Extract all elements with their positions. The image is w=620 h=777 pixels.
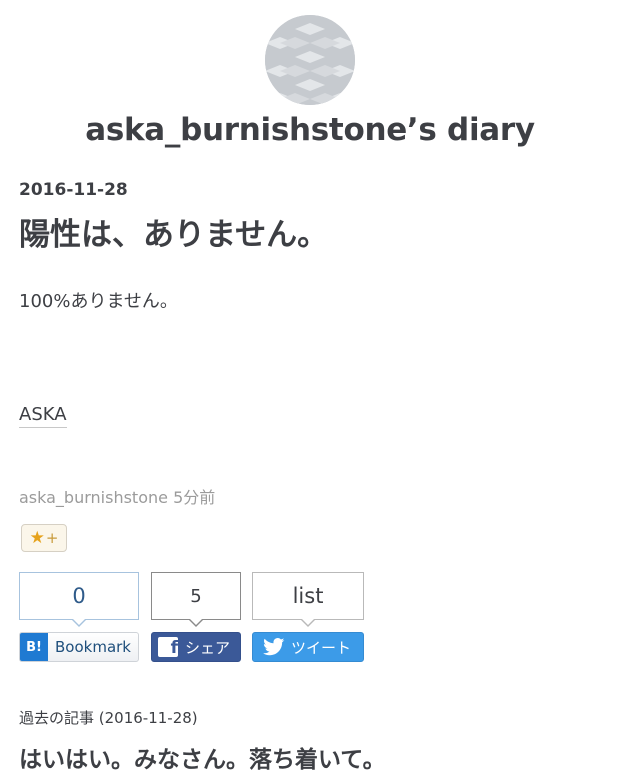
bookmark-count[interactable]: 0 [19,572,139,627]
twitter-bird-icon [263,638,285,656]
facebook-share-button[interactable]: f シェア [151,632,241,662]
avatar-pattern-icon [265,15,355,105]
author-name[interactable]: aska_burnishstone [19,488,168,507]
post-time[interactable]: 5分前 [173,488,215,507]
facebook-icon: f [158,637,178,657]
facebook-share-label: シェア [185,638,231,657]
facebook-count-value: 5 [190,585,202,607]
blog-avatar[interactable] [265,15,355,105]
entry-body: 100%ありません。 [19,291,178,312]
tweet-label: ツイート [291,638,352,657]
blog-header: aska_burnishstone’s diary [0,0,620,160]
previous-entry-meta: 過去の記事 (2016-11-28) [19,709,198,727]
bookmark-label: Bookmark [55,638,131,656]
blog-title[interactable]: aska_burnishstone’s diary [0,112,620,148]
star-plus: + [45,529,59,547]
hatena-bookmark-icon: B! [20,633,48,661]
author-line: aska_burnishstone 5分前 [19,484,215,508]
entry-title[interactable]: 陽性は、ありません。 [19,209,328,254]
star-icon: ★ [29,528,45,548]
facebook-count[interactable]: 5 [151,572,241,627]
bookmark-count-value: 0 [72,584,86,608]
category-link[interactable]: ASKA [19,404,67,428]
previous-entry-title[interactable]: はいはい。みなさん。落ち着いて。 [19,740,386,774]
twitter-count-value: list [292,584,324,608]
hatena-bookmark-button[interactable]: B! Bookmark [19,632,139,662]
add-star-button[interactable]: ★ + [21,524,67,552]
twitter-tweet-button[interactable]: ツイート [252,632,364,662]
entry-date[interactable]: 2016-11-28 [19,180,128,200]
twitter-count[interactable]: list [252,572,364,627]
